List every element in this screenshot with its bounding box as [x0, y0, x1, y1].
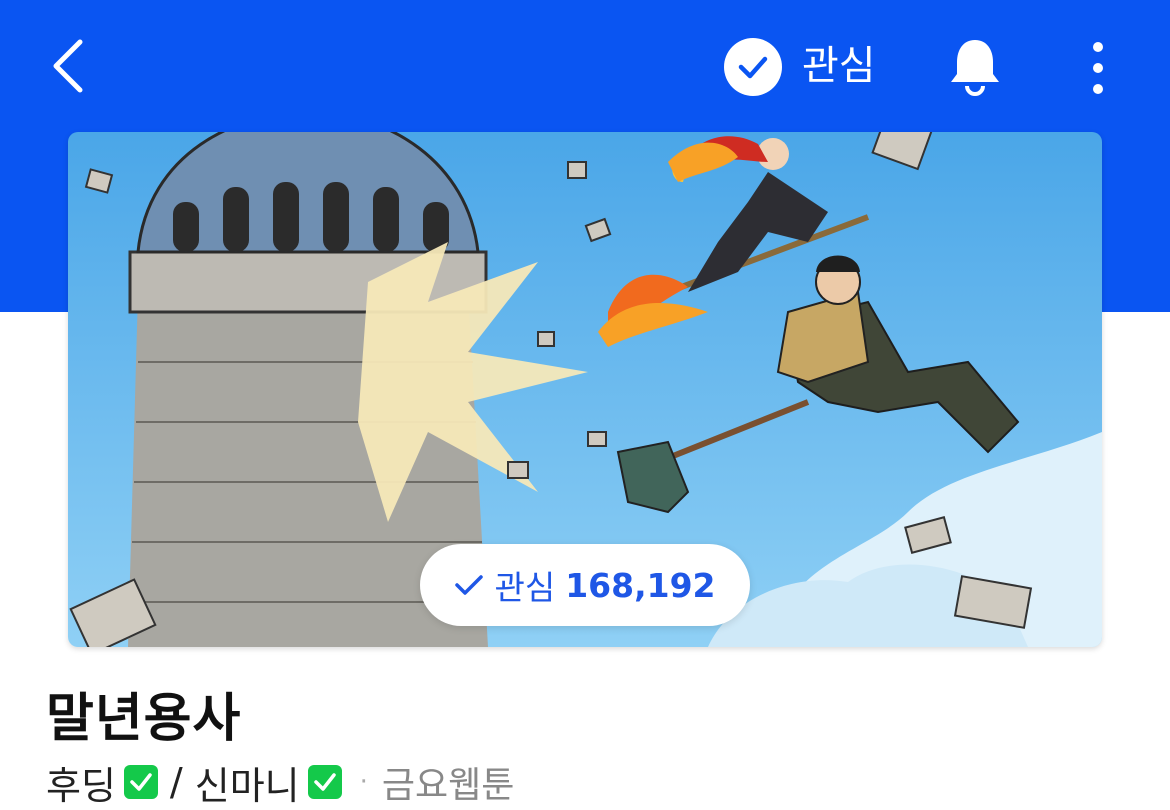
- more-options-button[interactable]: [1078, 36, 1118, 100]
- webtoon-title: 말년용사: [46, 689, 242, 749]
- more-vertical-icon: [1093, 42, 1103, 52]
- artist-name[interactable]: 신마니: [195, 755, 300, 810]
- check-icon: [455, 575, 484, 595]
- verified-badge-icon: [123, 765, 158, 799]
- chevron-left-icon: [53, 39, 83, 93]
- favorite-count: 168,192: [565, 565, 716, 605]
- bell-icon: [951, 40, 999, 96]
- check-circle-icon: [738, 56, 768, 79]
- meta-row: 후딩 / 신마니 · 금요웹툰: [46, 758, 515, 808]
- favorite-count-button[interactable]: 관심 168,192: [420, 544, 750, 626]
- favorite-label[interactable]: 관심: [802, 38, 876, 94]
- verified-badge-icon: [307, 765, 342, 799]
- author-separator: /: [169, 760, 183, 804]
- genre-separator: ·: [359, 767, 368, 797]
- back-button[interactable]: [40, 34, 96, 98]
- favorite-count-label: 관심: [494, 568, 556, 607]
- schedule-label: 금요웹툰: [381, 765, 515, 806]
- author-name[interactable]: 후딩: [46, 755, 116, 810]
- notification-button[interactable]: [940, 32, 1010, 100]
- favorite-toggle-button[interactable]: [724, 38, 782, 96]
